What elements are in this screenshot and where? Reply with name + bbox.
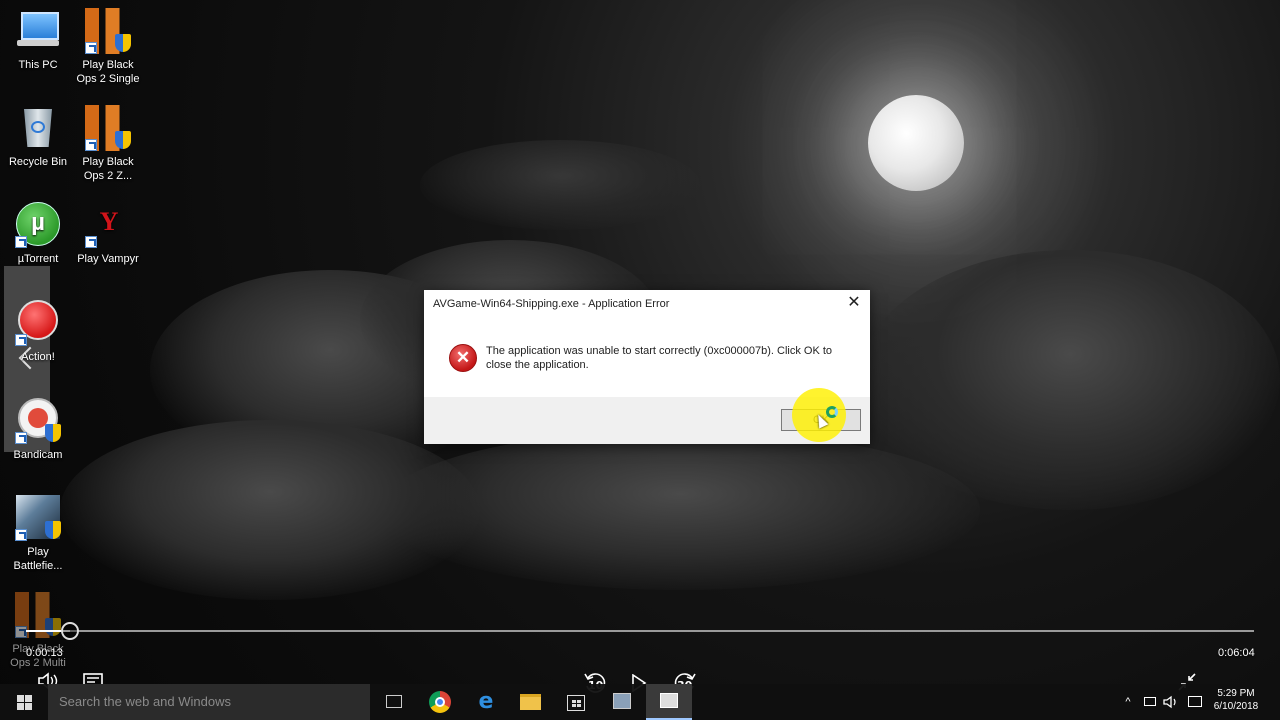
desktop-icon-label: Play Black Ops 2 Z... <box>82 156 134 182</box>
desktop-icon-vampyr[interactable]: Y Play Vampyr <box>72 202 144 266</box>
network-icon[interactable] <box>1142 684 1158 720</box>
clock-time: 5:29 PM <box>1217 688 1255 699</box>
shortcut-arrow-icon <box>15 529 27 541</box>
windows-start-icon[interactable] <box>0 684 48 720</box>
desktop-icon-label: Action! <box>21 351 55 363</box>
file-explorer-icon[interactable] <box>510 684 550 720</box>
error-icon: ✕ <box>449 344 477 372</box>
chrome-icon[interactable] <box>420 684 460 720</box>
show-hidden-icons-chevron-icon[interactable]: ^ <box>1120 684 1136 720</box>
battlefield-icon <box>15 495 61 541</box>
desktop-icon-utorrent[interactable]: µ µTorrent <box>2 202 74 266</box>
error-message: The application was unable to start corr… <box>486 345 833 371</box>
desktop-icon-this-pc[interactable]: This PC <box>2 8 74 72</box>
this-pc-icon <box>15 8 61 54</box>
store-icon[interactable] <box>556 684 596 720</box>
black-ops-2-icon <box>85 8 131 54</box>
black-ops-2-icon <box>85 105 131 151</box>
seek-handle[interactable] <box>61 622 80 640</box>
edge-icon[interactable]: e <box>466 684 506 720</box>
shortcut-arrow-icon <box>85 236 97 248</box>
cloud-shape <box>60 420 480 600</box>
taskbar: Search the web and Windows e ^ 5:29 PM 6… <box>0 684 1280 720</box>
uac-shield-icon <box>45 618 61 636</box>
desktop-icon-action[interactable]: Action! <box>2 300 74 364</box>
desktop-icon-label: Recycle Bin <box>8 156 68 168</box>
speaker-icon[interactable] <box>1162 684 1180 720</box>
desktop-icon-label: µTorrent <box>17 253 59 265</box>
bandicam-icon <box>15 398 61 444</box>
shortcut-arrow-icon <box>15 236 27 248</box>
desktop-icon-bandicam[interactable]: Bandicam <box>2 398 74 462</box>
desktop-icon-battlefield[interactable]: Play Battlefie... <box>2 495 74 573</box>
uac-shield-icon <box>45 521 61 539</box>
utorrent-icon: µ <box>15 202 61 248</box>
close-icon[interactable]: ✕ <box>842 292 866 314</box>
shortcut-arrow-icon <box>15 432 27 444</box>
busy-spinner-icon <box>826 406 838 418</box>
dialog-title: AVGame-Win64-Shipping.exe - Application … <box>433 298 670 310</box>
seek-bar[interactable] <box>26 630 1254 632</box>
uac-shield-icon <box>45 424 61 442</box>
desktop-icon-recycle-bin[interactable]: Recycle Bin <box>2 105 74 169</box>
desktop-icon-black-ops-2-zombies[interactable]: Play Black Ops 2 Z... <box>72 105 144 183</box>
uac-shield-icon <box>115 131 131 149</box>
cloud-shape <box>420 140 700 230</box>
current-time: 0:00:13 <box>26 647 63 659</box>
shortcut-arrow-icon <box>85 139 97 151</box>
action-record-icon <box>15 300 61 346</box>
desktop-icon-black-ops-2-single[interactable]: Play Black Ops 2 Single <box>72 8 144 86</box>
desktop-icon-label: Bandicam <box>13 449 63 461</box>
task-view-icon[interactable] <box>374 684 414 720</box>
desktop-icon-label: This PC <box>18 59 58 71</box>
total-time: 0:06:04 <box>1218 647 1255 659</box>
action-center-icon[interactable] <box>1186 684 1204 720</box>
desktop-icon-label: Play Battlefie... <box>13 546 63 572</box>
clock[interactable]: 5:29 PM 6/10/2018 <box>1206 684 1266 720</box>
app-window-icon[interactable] <box>602 684 642 720</box>
shortcut-arrow-icon <box>85 42 97 54</box>
moon <box>868 95 964 191</box>
recycle-bin-icon <box>15 105 61 151</box>
taskbar-search-input[interactable]: Search the web and Windows <box>48 684 370 720</box>
active-app-icon[interactable] <box>646 684 692 720</box>
vampyr-icon: Y <box>85 202 131 248</box>
desktop-icon-label: Play Vampyr <box>77 253 139 265</box>
uac-shield-icon <box>115 34 131 52</box>
shortcut-arrow-icon <box>15 334 27 346</box>
clock-date: 6/10/2018 <box>1213 701 1259 712</box>
shortcut-arrow-icon <box>15 626 27 638</box>
desktop-icon-label: Play Black Ops 2 Single <box>76 59 140 85</box>
